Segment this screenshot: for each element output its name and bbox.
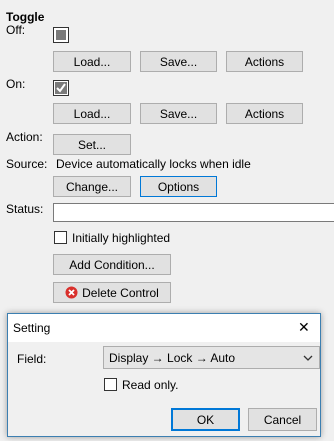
off-load-button[interactable]: Load... [53,51,131,72]
source-change-button[interactable]: Change... [53,176,131,197]
source-label: Source: [6,157,48,171]
on-save-button[interactable]: Save... [140,103,217,124]
delete-control-button[interactable]: Delete Control [53,282,171,303]
on-load-button[interactable]: Load... [53,103,131,124]
delete-icon [65,286,78,299]
read-only-label: Read only. [122,378,179,392]
dialog-titlebar[interactable]: Setting ✕ [8,314,320,342]
status-label: Status: [6,202,44,216]
field-select-value: Display → Lock → Auto [109,350,236,365]
close-icon[interactable]: ✕ [298,319,310,336]
cancel-button[interactable]: Cancel [248,408,317,431]
field-label: Field: [17,352,47,366]
off-state-swatch[interactable] [53,27,69,43]
action-set-button[interactable]: Set... [53,134,131,155]
field-select[interactable]: Display → Lock → Auto [103,346,320,369]
initially-highlighted-label: Initially highlighted [72,231,171,245]
setting-dialog: Setting ✕ Field: Display → Lock → Auto R… [7,313,321,437]
on-state-swatch[interactable] [53,80,69,96]
on-label: On: [6,77,26,91]
chevron-down-icon [303,355,313,361]
delete-control-label: Delete Control [82,285,159,300]
source-value: Device automatically locks when idle [56,157,251,171]
off-label: Off: [6,23,26,37]
ok-button[interactable]: OK [171,408,240,431]
on-actions-button[interactable]: Actions [226,103,303,124]
action-label: Action: [6,130,43,144]
toggle-heading: Toggle [6,10,45,24]
initially-highlighted-checkbox[interactable] [54,231,67,244]
source-options-button[interactable]: Options [140,176,217,197]
add-condition-button[interactable]: Add Condition... [53,254,171,275]
checkmark-icon [55,82,67,94]
read-only-checkbox[interactable] [104,378,117,391]
off-save-button[interactable]: Save... [140,51,217,72]
off-actions-button[interactable]: Actions [226,51,303,72]
dialog-title: Setting [13,321,51,335]
status-field[interactable] [53,203,334,222]
